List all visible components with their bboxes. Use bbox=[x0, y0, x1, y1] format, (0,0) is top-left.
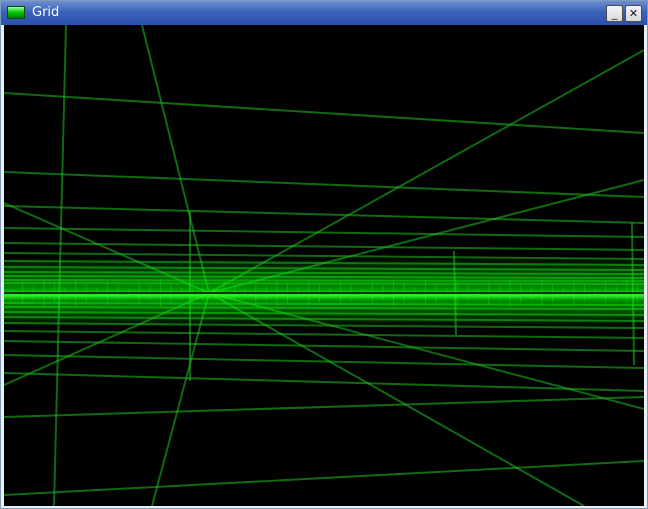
title-bar[interactable]: Grid _ ✕ bbox=[1, 1, 647, 25]
minimize-button[interactable]: _ bbox=[606, 5, 623, 22]
minimize-icon: _ bbox=[611, 7, 618, 20]
window-title: Grid bbox=[32, 5, 60, 20]
perspective-grid bbox=[4, 25, 644, 506]
app-window: Grid _ ✕ bbox=[0, 0, 648, 509]
close-button[interactable]: ✕ bbox=[625, 5, 642, 22]
render-canvas[interactable] bbox=[4, 25, 644, 506]
close-icon: ✕ bbox=[628, 7, 639, 20]
green-bar-icon bbox=[7, 6, 25, 19]
